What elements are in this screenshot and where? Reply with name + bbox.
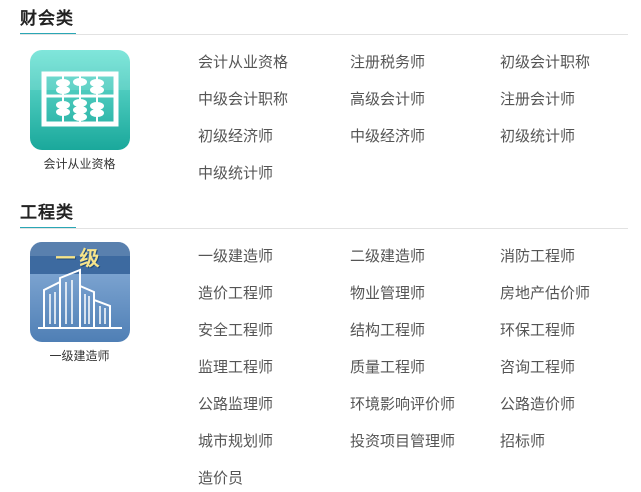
exam-link[interactable]: 城市规划师 [198,431,273,451]
section-finance: 财会类 会计从业资格 会计从业资格 注册税务师 初级会计职称 中级会计职称 高级… [0,8,641,198]
exam-link[interactable]: 公路造价师 [500,394,575,414]
exam-link[interactable]: 环保工程师 [500,320,575,340]
exam-link[interactable]: 质量工程师 [350,357,425,377]
exam-link[interactable]: 中级会计职称 [198,89,288,109]
exam-link[interactable]: 造价工程师 [198,283,273,303]
exam-link[interactable]: 造价员 [198,468,243,488]
exam-link[interactable]: 投资项目管理师 [350,431,455,451]
exam-link[interactable]: 会计从业资格 [198,52,288,72]
buildings-icon: 一级 [29,242,130,342]
section-divider [20,228,628,229]
section-title: 工程类 [20,203,74,223]
exam-link[interactable]: 注册税务师 [350,52,425,72]
exam-link[interactable]: 初级统计师 [500,126,575,146]
abacus-icon [29,50,130,150]
exam-link[interactable]: 注册会计师 [500,89,575,109]
exam-link[interactable]: 环境影响评价师 [350,394,455,414]
exam-link[interactable]: 消防工程师 [500,246,575,266]
exam-link[interactable]: 安全工程师 [198,320,273,340]
exam-link[interactable]: 公路监理师 [198,394,273,414]
exam-link[interactable]: 中级经济师 [350,126,425,146]
exam-link[interactable]: 结构工程师 [350,320,425,340]
exam-link[interactable]: 初级经济师 [198,126,273,146]
exam-link[interactable]: 高级会计师 [350,89,425,109]
exam-link[interactable]: 一级建造师 [198,246,273,266]
exam-link[interactable]: 招标师 [500,431,545,451]
exam-link[interactable]: 二级建造师 [350,246,425,266]
section-header: 财会类 [20,8,76,35]
exam-link[interactable]: 咨询工程师 [500,357,575,377]
section-header: 工程类 [20,202,76,229]
exam-link[interactable]: 物业管理师 [350,283,425,303]
feature-label: 一级建造师 [49,349,110,363]
section-title: 财会类 [20,9,74,29]
exam-link[interactable]: 初级会计职称 [500,52,590,72]
level-badge: 一级 [55,246,104,270]
feature-tile-finance[interactable]: 会计从业资格 [22,50,137,172]
section-divider [20,34,628,35]
feature-tile-engineering[interactable]: 一级 一级建造师 [22,242,137,364]
exam-link[interactable]: 中级统计师 [198,163,273,183]
section-engineering: 工程类 一级 一级建造师 一级建造师 二级建造师 消防工程师 造价工程师 物业管… [0,202,641,492]
feature-label: 会计从业资格 [43,157,116,171]
exam-link[interactable]: 房地产估价师 [500,283,590,303]
exam-link[interactable]: 监理工程师 [198,357,273,377]
